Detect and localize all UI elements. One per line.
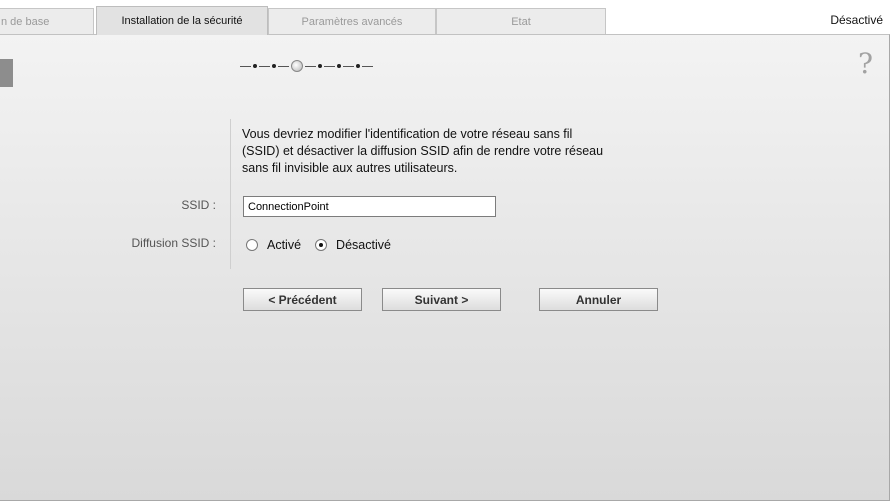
progress-segment <box>305 65 316 67</box>
progress-segment <box>240 65 251 67</box>
tab-bar: n de base Installation de la sécurité Pa… <box>0 0 890 35</box>
description-line: Vous devriez modifier l'identification d… <box>242 127 573 141</box>
progress-step-1 <box>253 64 257 68</box>
left-panel-edge <box>0 59 13 87</box>
progress-segment <box>278 65 289 67</box>
ssid-broadcast-label: Diffusion SSID : <box>131 236 216 250</box>
tab-status[interactable]: Etat <box>436 8 606 34</box>
security-description: Vous devriez modifier l'identification d… <box>242 126 682 177</box>
wizard-progress <box>240 60 373 72</box>
progress-segment <box>324 65 335 67</box>
tab-advanced-settings[interactable]: Paramètres avancés <box>268 8 436 34</box>
broadcast-disabled-radio[interactable] <box>315 239 328 251</box>
ssid-broadcast-options: Activé Désactivé <box>246 238 405 252</box>
next-button[interactable]: Suivant > <box>382 288 501 311</box>
progress-step-5 <box>337 64 341 68</box>
status-text: Désactivé <box>830 13 883 27</box>
progress-step-2 <box>272 64 276 68</box>
ssid-label: SSID : <box>181 198 216 212</box>
broadcast-enabled-label[interactable]: Activé <box>267 238 301 252</box>
main-panel: ? Vous devriez modifier l'identification… <box>0 34 890 501</box>
form-divider <box>230 119 231 269</box>
broadcast-enabled-radio[interactable] <box>246 239 258 251</box>
progress-step-3-current <box>291 60 303 72</box>
help-icon[interactable]: ? <box>858 47 873 80</box>
tab-basic-settings[interactable]: n de base <box>0 8 94 34</box>
description-line: sans fil invisible aux autres utilisateu… <box>242 161 458 175</box>
tab-security-setup[interactable]: Installation de la sécurité <box>96 6 268 35</box>
progress-segment <box>259 65 270 67</box>
progress-step-4 <box>318 64 322 68</box>
progress-step-6 <box>356 64 360 68</box>
previous-button[interactable]: < Précédent <box>243 288 362 311</box>
ssid-input[interactable] <box>243 196 496 217</box>
progress-segment <box>362 65 373 67</box>
progress-segment <box>343 65 354 67</box>
cancel-button[interactable]: Annuler <box>539 288 658 311</box>
description-line: (SSID) et désactiver la diffusion SSID a… <box>242 144 604 158</box>
broadcast-disabled-label[interactable]: Désactivé <box>336 238 391 252</box>
